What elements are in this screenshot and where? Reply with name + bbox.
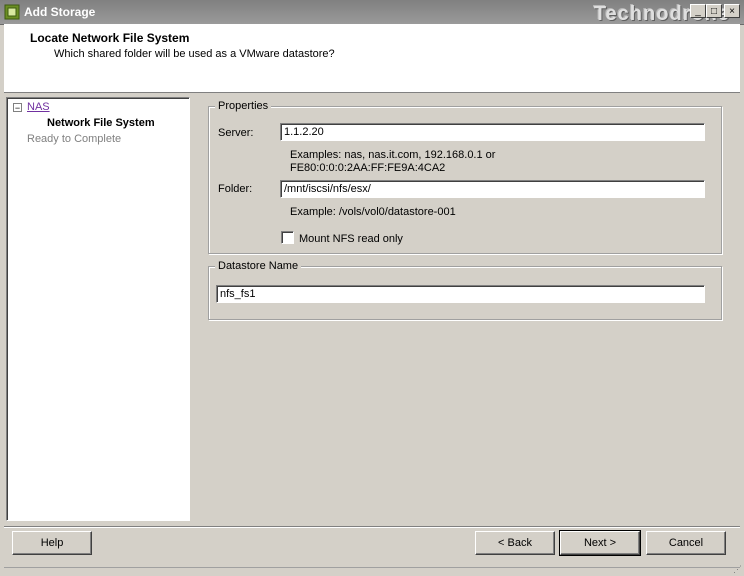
datastore-name-legend: Datastore Name	[215, 260, 302, 272]
back-button[interactable]: < Back	[475, 531, 555, 555]
cancel-button[interactable]: Cancel	[646, 531, 726, 555]
close-icon: ×	[729, 6, 735, 17]
wizard-header: Locate Network File System Which shared …	[4, 24, 740, 93]
step-ready-to-complete: Ready to Complete	[27, 133, 122, 145]
next-button[interactable]: Next >	[559, 530, 641, 556]
minimize-button[interactable]: _	[690, 4, 706, 18]
folder-input[interactable]	[280, 180, 705, 198]
server-example-line-2: FE80:0:0:0:2AA:FF:FE9A:4CA2	[290, 162, 446, 174]
maximize-icon: □	[710, 6, 718, 17]
page-title: Locate Network File System	[30, 31, 190, 45]
wizard-steps-panel: − NAS Network File System Ready to Compl…	[6, 97, 190, 521]
server-label: Server:	[218, 127, 254, 139]
footer-separator-highlight	[4, 527, 740, 528]
properties-legend: Properties	[215, 100, 272, 112]
step-network-file-system: Network File System	[47, 117, 155, 129]
mount-readonly-label[interactable]: Mount NFS read only	[299, 233, 403, 245]
server-input[interactable]	[280, 123, 705, 141]
minimize-icon: _	[695, 6, 701, 17]
resize-grip-icon[interactable]: ⋰	[732, 564, 742, 574]
status-bar-line	[4, 567, 740, 568]
close-button[interactable]: ×	[724, 4, 740, 18]
mount-readonly-checkbox[interactable]	[281, 231, 294, 244]
folder-label: Folder:	[218, 183, 253, 195]
folder-example: Example: /vols/vol0/datastore-001	[290, 206, 456, 218]
window-title: Add Storage	[24, 5, 96, 19]
datastore-name-input[interactable]	[216, 285, 705, 303]
help-button[interactable]: Help	[12, 531, 92, 555]
maximize-button[interactable]: □	[706, 4, 722, 18]
server-example-line-1: Examples: nas, nas.it.com, 192.168.0.1 o…	[290, 149, 496, 161]
collapse-icon[interactable]: −	[13, 103, 22, 113]
page-subtitle: Which shared folder will be used as a VM…	[54, 48, 335, 60]
step-nas-link[interactable]: NAS	[27, 101, 50, 113]
vsphere-app-icon	[4, 4, 20, 20]
title-bar[interactable]: Add Storage Technodrone _ □ ×	[0, 0, 744, 25]
